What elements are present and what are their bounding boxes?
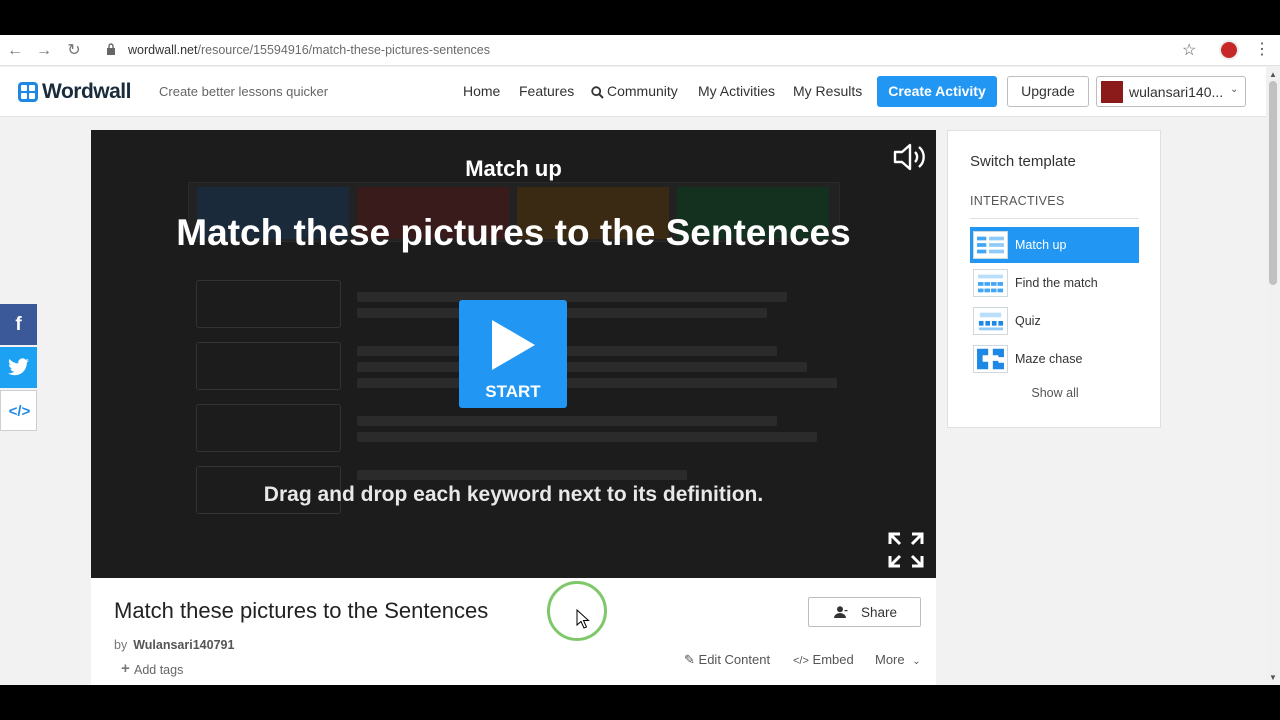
- reload-icon[interactable]: ↻: [63, 40, 85, 62]
- activity-heading: Match these pictures to the Sentences: [176, 212, 851, 253]
- template-name: Match up: [465, 156, 562, 181]
- tagline: Create better lessons quicker: [159, 84, 329, 99]
- forward-icon[interactable]: →: [33, 40, 55, 62]
- twitter-icon: [8, 358, 29, 376]
- page-scrollbar[interactable]: ▲ ▼: [1266, 67, 1280, 685]
- play-icon: [492, 320, 535, 370]
- start-button[interactable]: START: [459, 300, 567, 408]
- create-activity-button[interactable]: Create Activity: [877, 76, 997, 107]
- activity-title: Match these pictures to the Sentences: [114, 598, 489, 623]
- mouse-cursor-icon: [576, 609, 590, 629]
- edit-content-link[interactable]: ✎ Edit Content: [684, 652, 770, 668]
- facebook-icon: f: [15, 314, 22, 335]
- avatar: [1101, 81, 1123, 103]
- scroll-down-icon[interactable]: ▼: [1269, 673, 1277, 682]
- template-maze-chase[interactable]: Maze chase: [970, 341, 1139, 377]
- facebook-share-button[interactable]: f: [0, 304, 37, 345]
- nav-my-activities[interactable]: My Activities: [698, 83, 775, 99]
- activity-instruction: Drag and drop each keyword next to its d…: [263, 483, 764, 506]
- author-link[interactable]: Wulansari140791: [133, 638, 234, 652]
- chevron-down-icon: ⌄: [1230, 84, 1239, 95]
- pencil-icon: ✎: [684, 652, 695, 667]
- maze-chase-thumbnail-icon: [973, 345, 1008, 373]
- divider: [970, 218, 1139, 219]
- activity-author: by Wulansari140791: [114, 638, 235, 652]
- code-icon: </>: [8, 403, 31, 420]
- user-share-icon: [834, 606, 848, 618]
- quiz-thumbnail-icon: [973, 307, 1008, 335]
- switch-template-panel: Switch template INTERACTIVES Match up Fi…: [947, 130, 1161, 428]
- scrollbar-thumb[interactable]: [1269, 81, 1277, 285]
- activity-player[interactable]: Match up Match these pictures to the Sen…: [91, 130, 936, 578]
- nav-my-results[interactable]: My Results: [793, 83, 862, 99]
- nav-community[interactable]: Community: [607, 83, 678, 99]
- section-heading: INTERACTIVES: [970, 194, 1065, 208]
- browser-toolbar: ← → ↻ wordwall.net/resource/15594916/mat…: [0, 35, 1280, 66]
- show-all-link[interactable]: Show all: [948, 386, 1162, 400]
- search-icon: [591, 86, 604, 99]
- embed-link[interactable]: </> Embed: [793, 652, 854, 667]
- switch-template-title: Switch template: [970, 153, 1076, 170]
- template-quiz[interactable]: Quiz: [970, 303, 1139, 339]
- share-button[interactable]: Share: [808, 597, 921, 627]
- browser-window: ← → ↻ wordwall.net/resource/15594916/mat…: [0, 35, 1280, 685]
- template-match-up[interactable]: Match up: [970, 227, 1139, 263]
- user-menu[interactable]: wulansari140... ⌄: [1096, 76, 1246, 107]
- browser-menu-icon[interactable]: ⋮: [1254, 39, 1270, 59]
- preview-drop-slot: [196, 280, 341, 328]
- embed-share-button[interactable]: </>: [0, 390, 37, 431]
- fullscreen-icon[interactable]: [888, 532, 924, 568]
- wordwall-logo-icon: [18, 82, 38, 102]
- find-the-match-thumbnail-icon: [973, 269, 1008, 297]
- lock-icon: [107, 43, 115, 55]
- wordwall-logo[interactable]: Wordwall: [18, 80, 131, 103]
- username: wulansari140...: [1129, 84, 1224, 100]
- template-find-the-match[interactable]: Find the match: [970, 265, 1139, 301]
- twitter-share-button[interactable]: [0, 347, 37, 388]
- chevron-down-icon: ⌄: [912, 656, 921, 667]
- add-tags-link[interactable]: + Add tags: [121, 660, 183, 677]
- nav-home[interactable]: Home: [463, 83, 500, 99]
- match-up-thumbnail-icon: [973, 231, 1008, 259]
- bookmark-star-icon[interactable]: ☆: [1182, 40, 1196, 60]
- preview-drop-slot: [196, 404, 341, 452]
- back-icon[interactable]: ←: [4, 40, 26, 62]
- address-bar[interactable]: wordwall.net/resource/15594916/match-the…: [98, 38, 1208, 63]
- activity-info-panel: Match these pictures to the Sentences by…: [91, 578, 936, 685]
- sound-icon[interactable]: [893, 142, 927, 172]
- scroll-up-icon[interactable]: ▲: [1269, 70, 1277, 79]
- site-header: Wordwall Create better lessons quicker H…: [0, 67, 1266, 117]
- plus-icon: +: [121, 660, 130, 677]
- url-text: wordwall.net/resource/15594916/match-the…: [128, 43, 491, 57]
- browser-profile-avatar[interactable]: [1219, 40, 1239, 60]
- code-icon: </>: [793, 655, 809, 667]
- more-menu[interactable]: More ⌄: [875, 652, 921, 667]
- preview-drop-slot: [196, 342, 341, 390]
- upgrade-button[interactable]: Upgrade: [1007, 76, 1089, 107]
- nav-features[interactable]: Features: [519, 83, 574, 99]
